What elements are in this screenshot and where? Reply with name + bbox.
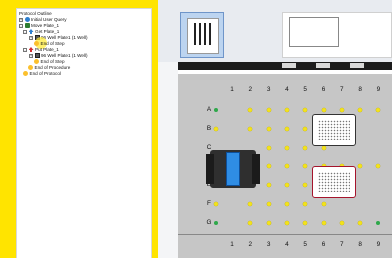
collapse-toggle[interactable]: - <box>23 29 27 34</box>
end-protocol-icon <box>23 71 28 76</box>
deck-position[interactable] <box>321 220 326 225</box>
column-label: 9 <box>376 241 381 248</box>
plate-wells <box>318 120 350 140</box>
column-label: 4 <box>285 241 289 248</box>
device-bar <box>209 23 211 45</box>
device-bar <box>194 23 196 45</box>
expand-toggle[interactable]: + <box>29 53 33 58</box>
device-thumbnail[interactable] <box>180 12 224 58</box>
deck-rail-gap <box>178 70 392 74</box>
device-bar <box>204 23 206 45</box>
deck-position[interactable] <box>284 220 289 225</box>
deck-position[interactable] <box>284 145 289 150</box>
deck-position[interactable] <box>321 202 326 206</box>
rail-tab <box>350 63 364 68</box>
row-label: B <box>206 124 212 132</box>
device-preview-card <box>282 12 392 58</box>
deck-position[interactable] <box>303 145 308 150</box>
column-label: 5 <box>303 241 307 248</box>
column-label: 3 <box>266 241 271 248</box>
deck-position[interactable] <box>266 145 271 150</box>
deck-position[interactable] <box>303 126 308 131</box>
row-label: G <box>206 218 212 226</box>
expand-toggle[interactable]: + <box>29 35 33 40</box>
deck-position[interactable] <box>339 220 344 225</box>
deck-position[interactable] <box>284 108 289 112</box>
column-label: 5 <box>303 86 307 93</box>
deck-position[interactable] <box>266 202 271 206</box>
column-label: 1 <box>230 241 234 248</box>
gripper-finger-left <box>206 154 214 184</box>
deck-position[interactable] <box>266 183 271 188</box>
microplate-96-well-selected[interactable] <box>312 166 356 198</box>
column-label: 1 <box>230 86 234 93</box>
deck-position[interactable] <box>303 220 308 225</box>
column-label: 7 <box>340 241 344 248</box>
deck-position[interactable] <box>266 220 271 225</box>
column-label: 6 <box>321 241 326 248</box>
device-bar <box>199 23 201 45</box>
rail-tab <box>282 63 296 68</box>
deck-position[interactable] <box>358 220 363 225</box>
gripper-plate-indicator <box>226 152 240 186</box>
row-label: F <box>207 200 211 207</box>
device-thumbnail-image <box>187 18 219 54</box>
column-label: 2 <box>248 86 253 93</box>
collapse-toggle[interactable]: - <box>23 47 27 52</box>
deck-position[interactable] <box>266 126 271 131</box>
column-label: 3 <box>266 86 271 93</box>
robot-gripper[interactable] <box>206 150 260 188</box>
deck-position-active[interactable] <box>214 108 218 112</box>
column-label: 4 <box>285 86 289 93</box>
column-label: 9 <box>376 86 381 93</box>
deck-position[interactable] <box>266 108 271 112</box>
expand-toggle[interactable]: + <box>19 17 23 22</box>
deck-position[interactable] <box>321 145 326 150</box>
deck-position[interactable] <box>339 108 344 112</box>
deck-rail <box>178 62 392 70</box>
collapse-toggle[interactable]: - <box>19 23 23 28</box>
deck-position[interactable] <box>321 108 326 112</box>
deck-divider <box>178 234 392 235</box>
plate-wells <box>318 172 350 192</box>
row-label: A <box>206 106 212 113</box>
column-label: 2 <box>248 241 253 248</box>
tree-item-end-of-protocol[interactable]: End of Protocol <box>23 70 61 77</box>
deck-side-strip <box>158 62 179 258</box>
tree-item-label: End of Protocol <box>29 71 61 76</box>
deck-position[interactable] <box>214 202 218 206</box>
column-label: 6 <box>321 86 326 93</box>
deck-position-active[interactable] <box>214 220 218 225</box>
deck-position[interactable] <box>214 126 218 131</box>
deck-position[interactable] <box>284 126 289 131</box>
rail-tab <box>316 63 330 68</box>
plate-outline-preview <box>289 17 339 47</box>
deck-position[interactable] <box>284 202 289 206</box>
column-label: 8 <box>358 86 362 93</box>
column-label: 7 <box>340 86 344 93</box>
gripper-finger-right <box>252 154 260 184</box>
microplate-96-well[interactable] <box>312 114 356 146</box>
column-label: 8 <box>358 241 362 248</box>
protocol-outline-tree[interactable]: Protocol Outline + Initial User Query - … <box>16 8 152 258</box>
